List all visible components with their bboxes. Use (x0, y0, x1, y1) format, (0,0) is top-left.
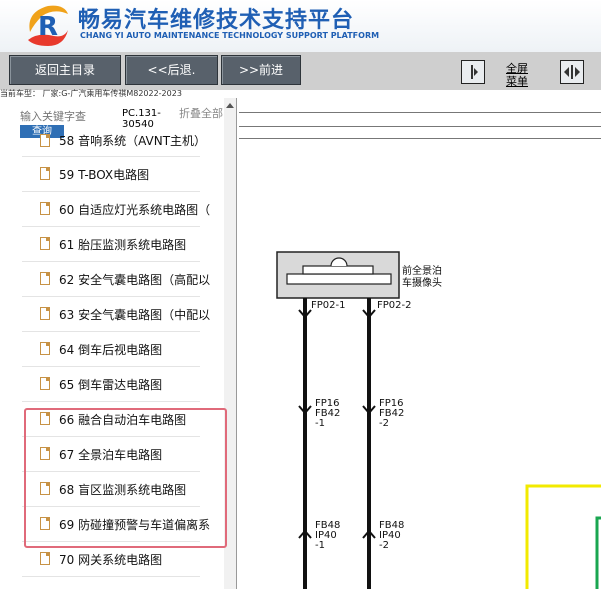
diagram-list: 58 音响系统（AVNT主机） 59 T-BOX电路图 60 自适应灯光系统电路… (22, 134, 210, 577)
list-item[interactable]: 61 胎压监测系统电路图 (22, 227, 200, 262)
scroll-up-icon[interactable] (226, 103, 234, 108)
toggle-sidebar-button[interactable] (461, 60, 485, 84)
file-icon (40, 342, 50, 355)
list-item[interactable]: 64 倒车后视电路图 (22, 332, 200, 367)
connector-label: -2 (379, 540, 389, 551)
file-icon (40, 202, 50, 215)
file-icon (40, 377, 50, 390)
green-module-box (595, 516, 601, 589)
connector-label: -1 (315, 540, 325, 551)
pc-code: PC.131-30540 (122, 108, 161, 130)
file-icon (40, 272, 50, 285)
file-icon (40, 447, 50, 460)
fullscreen-button[interactable] (560, 60, 584, 84)
collapse-all-button[interactable]: 折叠全部 (179, 108, 223, 120)
list-item[interactable]: 69 防碰撞预警与车道偏离系 (22, 507, 210, 542)
toolbar: 返回主目录 <<后退. >>前进 全屏 菜单 (0, 52, 601, 90)
pin-label: FP02-1 (311, 300, 345, 311)
logo-icon: R (28, 5, 69, 46)
diagram-viewer[interactable]: 前全景泊 车摄像头 FP02-1 FP02-2 FP16 FB42 -1 FP1… (239, 98, 601, 589)
search-input[interactable] (20, 108, 118, 124)
yellow-module-box (525, 484, 601, 589)
platform-title: 畅易汽车维修技术支持平台 (78, 8, 355, 33)
file-icon (40, 517, 50, 530)
sidebar-toggle-icon (471, 65, 478, 79)
wiring-diagram: 前全景泊 车摄像头 FP02-1 FP02-2 FP16 FB42 -1 FP1… (276, 251, 601, 589)
camera-connector-body (286, 273, 392, 285)
camera-connector-top (302, 265, 374, 275)
list-item[interactable]: 59 T-BOX电路图 (22, 157, 200, 192)
file-icon (40, 134, 50, 147)
list-item[interactable]: 60 自适应灯光系统电路图（ (22, 192, 210, 227)
expand-icon (564, 65, 580, 79)
file-icon (40, 167, 50, 180)
list-item[interactable]: 63 安全气囊电路图（中配以 (22, 297, 210, 332)
platform-subtitle: CHANG YI AUTO MAINTENANCE TECHNOLOGY SUP… (80, 31, 380, 40)
list-item[interactable]: 65 倒车雷达电路图 (22, 367, 200, 402)
file-icon (40, 482, 50, 495)
component-label: 车摄像头 (402, 276, 442, 289)
file-icon (40, 552, 50, 565)
back-button[interactable]: <<后退. (125, 55, 218, 85)
home-button[interactable]: 返回主目录 (9, 55, 121, 85)
list-item[interactable]: 67 全景泊车电路图 (22, 437, 200, 472)
list-item[interactable]: 58 音响系统（AVNT主机） (22, 134, 206, 157)
file-icon (40, 412, 50, 425)
list-item[interactable]: 66 融合自动泊车电路图 (22, 402, 200, 437)
pin-label: FP02-2 (377, 300, 411, 311)
connector-label: -1 (315, 418, 325, 429)
list-item[interactable]: 68 盲区监测系统电路图 (22, 472, 200, 507)
connector-label: -2 (379, 418, 389, 429)
svg-text:R: R (38, 12, 58, 42)
list-item[interactable]: 70 网关系统电路图 (22, 542, 200, 577)
file-icon (40, 307, 50, 320)
file-icon (40, 237, 50, 250)
forward-button[interactable]: >>前进 (221, 55, 301, 85)
app-header: R 畅易汽车维修技术支持平台 CHANG YI AUTO MAINTENANCE… (0, 0, 601, 52)
list-item[interactable]: 62 安全气囊电路图（高配以 (22, 262, 210, 297)
sidebar-scrollbar[interactable] (224, 98, 236, 589)
sidebar: 查询 PC.131-30540 折叠全部 58 音响系统（AVNT主机） 59 … (0, 98, 237, 589)
component-label: 前全景泊 (402, 264, 442, 277)
fullscreen-menu-link[interactable]: 全屏 菜单 (506, 62, 528, 88)
